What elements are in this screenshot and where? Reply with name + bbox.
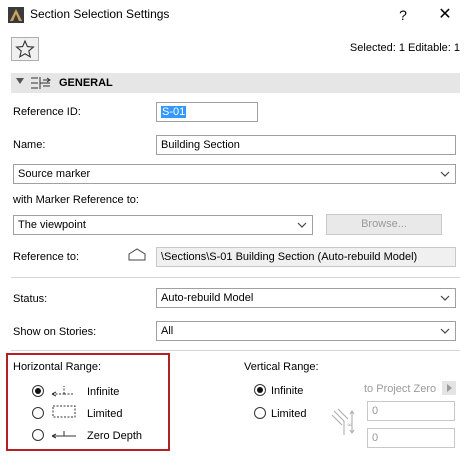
limited-range-icon bbox=[52, 405, 76, 418]
section-settings-icon bbox=[31, 77, 51, 89]
archicad-app-icon bbox=[8, 7, 24, 23]
help-button[interactable]: ? bbox=[392, 4, 414, 26]
play-arrow-icon[interactable] bbox=[442, 381, 456, 395]
marker-reference-dropdown[interactable]: The viewpoint bbox=[13, 215, 313, 235]
vertical-limited-label: Limited bbox=[271, 408, 307, 420]
horizontal-zero-depth-label: Zero Depth bbox=[87, 430, 143, 442]
general-panel-title: GENERAL bbox=[59, 77, 113, 89]
status-label: Status: bbox=[13, 293, 48, 305]
marker-reference-label: with Marker Reference to: bbox=[13, 194, 139, 206]
star-icon bbox=[15, 39, 35, 59]
show-on-stories-dropdown[interactable]: All bbox=[156, 321, 456, 341]
browse-button[interactable]: Browse... bbox=[326, 214, 442, 235]
zero-depth-icon bbox=[51, 431, 76, 439]
name-field[interactable]: Building Section bbox=[156, 135, 456, 155]
horizontal-infinite-label: Infinite bbox=[87, 386, 120, 398]
status-value: Auto-rebuild Model bbox=[161, 292, 254, 304]
horizontal-zero-depth-radio[interactable] bbox=[32, 429, 44, 441]
status-dropdown[interactable]: Auto-rebuild Model bbox=[156, 288, 456, 308]
vertical-top-field[interactable]: 0 bbox=[367, 401, 455, 421]
marker-type-value: Source marker bbox=[18, 168, 91, 180]
reference-to-path: \Sections\S-01 Building Section (Auto-re… bbox=[156, 247, 456, 267]
show-on-stories-value: All bbox=[161, 325, 174, 337]
vertical-infinite-label: Infinite bbox=[271, 385, 304, 397]
chevron-down-icon bbox=[440, 171, 450, 177]
to-project-zero-label: to Project Zero bbox=[364, 383, 437, 395]
chevron-down-icon bbox=[440, 295, 450, 301]
infinite-range-icon bbox=[51, 386, 74, 397]
window-title: Section Selection Settings bbox=[30, 7, 170, 21]
name-label: Name: bbox=[13, 139, 46, 151]
vertical-range-title: Vertical Range: bbox=[244, 361, 319, 373]
favorites-button[interactable] bbox=[11, 37, 39, 61]
selection-count: Selected: 1 Editable: 1 bbox=[349, 42, 460, 54]
vertical-bottom-field[interactable]: 0 bbox=[367, 428, 455, 448]
close-button[interactable]: ✕ bbox=[432, 4, 458, 26]
chevron-down-icon bbox=[297, 222, 307, 228]
house-icon bbox=[128, 248, 146, 261]
reference-to-label: Reference to: bbox=[13, 251, 80, 263]
divider bbox=[11, 277, 460, 278]
reference-id-value: S-01 bbox=[161, 106, 187, 118]
horizontal-limited-radio[interactable] bbox=[32, 407, 44, 419]
svg-text:∞: ∞ bbox=[347, 421, 353, 429]
vertical-infinite-radio[interactable] bbox=[254, 384, 266, 396]
collapse-arrow-icon[interactable] bbox=[16, 78, 24, 84]
horizontal-limited-label: Limited bbox=[87, 408, 123, 420]
vertical-limits-icon: ∞ bbox=[331, 408, 355, 435]
reference-id-field[interactable]: S-01 bbox=[156, 102, 258, 122]
show-on-stories-label: Show on Stories: bbox=[13, 326, 97, 338]
marker-reference-value: The viewpoint bbox=[18, 219, 86, 231]
marker-type-dropdown[interactable]: Source marker bbox=[13, 164, 456, 184]
divider bbox=[11, 350, 460, 351]
reference-id-label: Reference ID: bbox=[13, 106, 81, 118]
horizontal-infinite-radio[interactable] bbox=[32, 385, 44, 397]
horizontal-range-title: Horizontal Range: bbox=[13, 361, 102, 373]
chevron-down-icon bbox=[440, 328, 450, 334]
vertical-limited-radio[interactable] bbox=[254, 407, 266, 419]
